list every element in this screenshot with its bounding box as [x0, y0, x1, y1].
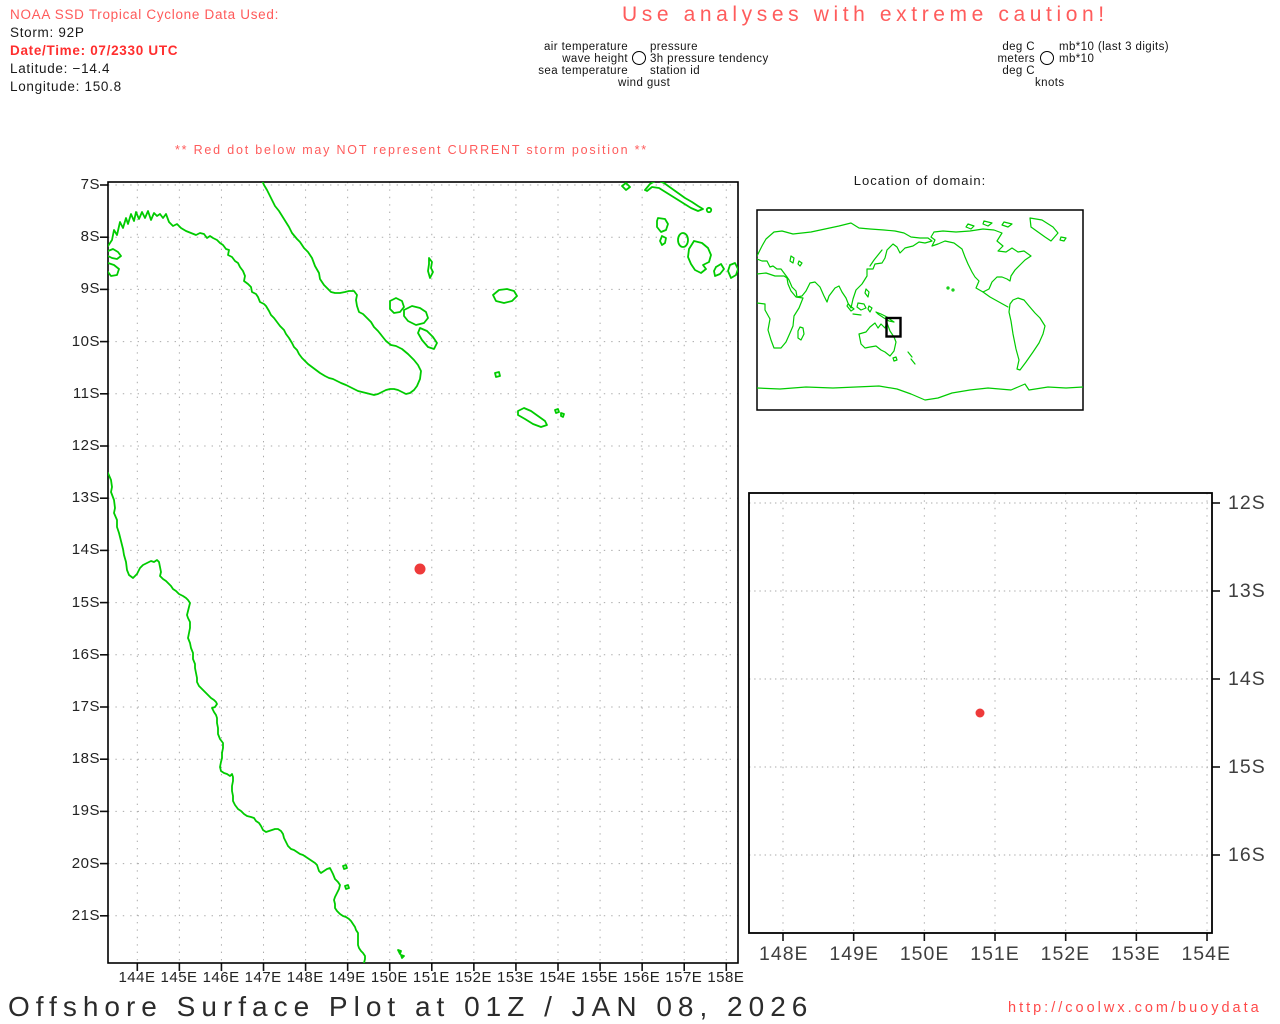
tick-label: 152E — [1041, 943, 1091, 965]
tick-label: 152E — [453, 969, 495, 987]
info-latitude-line: Latitude: −14.4 — [10, 60, 279, 78]
legend-label: sea temperature — [508, 65, 628, 77]
info-datetime-line: Date/Time: 07/2330 UTC — [10, 42, 279, 60]
tick-label: 149E — [326, 969, 368, 987]
tick-label: 9S — [81, 280, 100, 298]
tick-label: 14S — [72, 541, 100, 559]
plot-title: Offshore Surface Plot at 01Z / JAN 08, 2… — [8, 991, 813, 1023]
world-inset-coastline — [757, 218, 1083, 400]
station-circle-icon — [632, 51, 646, 65]
caution-banner: Use analyses with extreme caution! — [622, 3, 1109, 27]
legend-label: air temperature — [508, 41, 628, 53]
tick-label: 16S — [1228, 843, 1266, 867]
station-model-legend: air temperature pressure wave height 3h … — [508, 41, 769, 89]
tick-label: 20S — [72, 855, 100, 873]
tick-label: 148E — [284, 969, 326, 987]
info-source-line: NOAA SSD Tropical Cyclone Data Used: — [10, 6, 279, 24]
legend-label: 3h pressure tendency — [650, 53, 769, 65]
tick-label: 151E — [410, 969, 452, 987]
tick-label: 156E — [621, 969, 663, 987]
tick-label: 149E — [829, 943, 879, 965]
tick-label: 150E — [900, 943, 950, 965]
tick-label: 144E — [116, 969, 158, 987]
legend-label: wave height — [508, 53, 628, 65]
zoom-map-x-axis-labels: 148E 149E 150E 151E 152E 153E 154E — [759, 943, 1231, 965]
tick-label: 146E — [200, 969, 242, 987]
tick-label: 12S — [1228, 491, 1266, 515]
tick-label: 154E — [537, 969, 579, 987]
main-map-x-axis-labels: 144E145E146E147E148E149E150E151E152E153E… — [116, 969, 747, 987]
tick-label: 153E — [495, 969, 537, 987]
inset-map-title: Location of domain: — [757, 173, 1083, 188]
tick-label: 19S — [72, 802, 100, 820]
tick-label: 158E — [705, 969, 747, 987]
main-map-y-axis-labels: 7S 8S 9S 10S 11S 12S 13S 14S 15S 16S 17S 18S 19S 20S 2… — [30, 176, 100, 925]
legend-label: mb*10 — [1059, 53, 1169, 65]
tick-label: 151E — [970, 943, 1020, 965]
legend-label: mb*10 (last 3 digits) — [1059, 41, 1169, 53]
info-longitude-line: Longitude: 150.8 — [10, 78, 279, 96]
main-map-ticks — [100, 185, 726, 971]
tick-label: 15S — [1228, 755, 1266, 779]
tick-label: 13S — [72, 489, 100, 507]
world-inset-border — [757, 210, 1083, 410]
tick-label: 14S — [1228, 667, 1266, 691]
legend-label: meters — [915, 53, 1035, 65]
tick-label: 153E — [1111, 943, 1161, 965]
tick-label: 148E — [759, 943, 809, 965]
tick-label: 150E — [368, 969, 410, 987]
tick-label: 15S — [72, 594, 100, 612]
tick-label: 154E — [1181, 943, 1231, 965]
legend-label — [1059, 65, 1169, 77]
tick-label: 8S — [81, 228, 100, 246]
station-circle-icon — [1040, 51, 1054, 65]
zoom-map-y-axis-labels: 12S 13S 14S 15S 16S — [1228, 491, 1280, 867]
storm-dot-main-map — [415, 564, 426, 575]
tick-label: 11S — [73, 385, 100, 403]
zoom-map-ticks — [783, 503, 1220, 941]
tick-label: 7S — [81, 176, 100, 194]
units-legend: deg C mb*10 (last 3 digits) meters mb*10… — [915, 41, 1169, 89]
legend-label: deg C — [915, 65, 1035, 77]
tick-label: 18S — [72, 750, 100, 768]
storm-info-block: NOAA SSD Tropical Cyclone Data Used: Sto… — [10, 6, 279, 96]
tick-label: 21S — [72, 907, 100, 925]
tick-label: 16S — [72, 646, 100, 664]
source-url-link[interactable]: http://coolwx.com/buoydata — [1008, 1000, 1262, 1016]
legend-label: knots — [915, 77, 1169, 89]
tick-label: 12S — [72, 437, 100, 455]
tick-label: 17S — [72, 698, 100, 716]
info-storm-line: Storm: 92P — [10, 24, 279, 42]
legend-label: station id — [650, 65, 769, 77]
legend-label: wind gust — [508, 77, 769, 89]
tick-label: 147E — [242, 969, 284, 987]
buoy-plot-screen: NOAA SSD Tropical Cyclone Data Used: Sto… — [0, 0, 1280, 1024]
tick-label: 13S — [1228, 579, 1266, 603]
storm-position-warning: ** Red dot below may NOT represent CURRE… — [175, 143, 648, 157]
tick-label: 157E — [663, 969, 705, 987]
tick-label: 145E — [158, 969, 200, 987]
storm-dot-zoom-map — [976, 709, 985, 718]
tick-label: 10S — [72, 333, 100, 351]
tick-label: 155E — [579, 969, 621, 987]
legend-label: pressure — [650, 41, 769, 53]
legend-label: deg C — [915, 41, 1035, 53]
